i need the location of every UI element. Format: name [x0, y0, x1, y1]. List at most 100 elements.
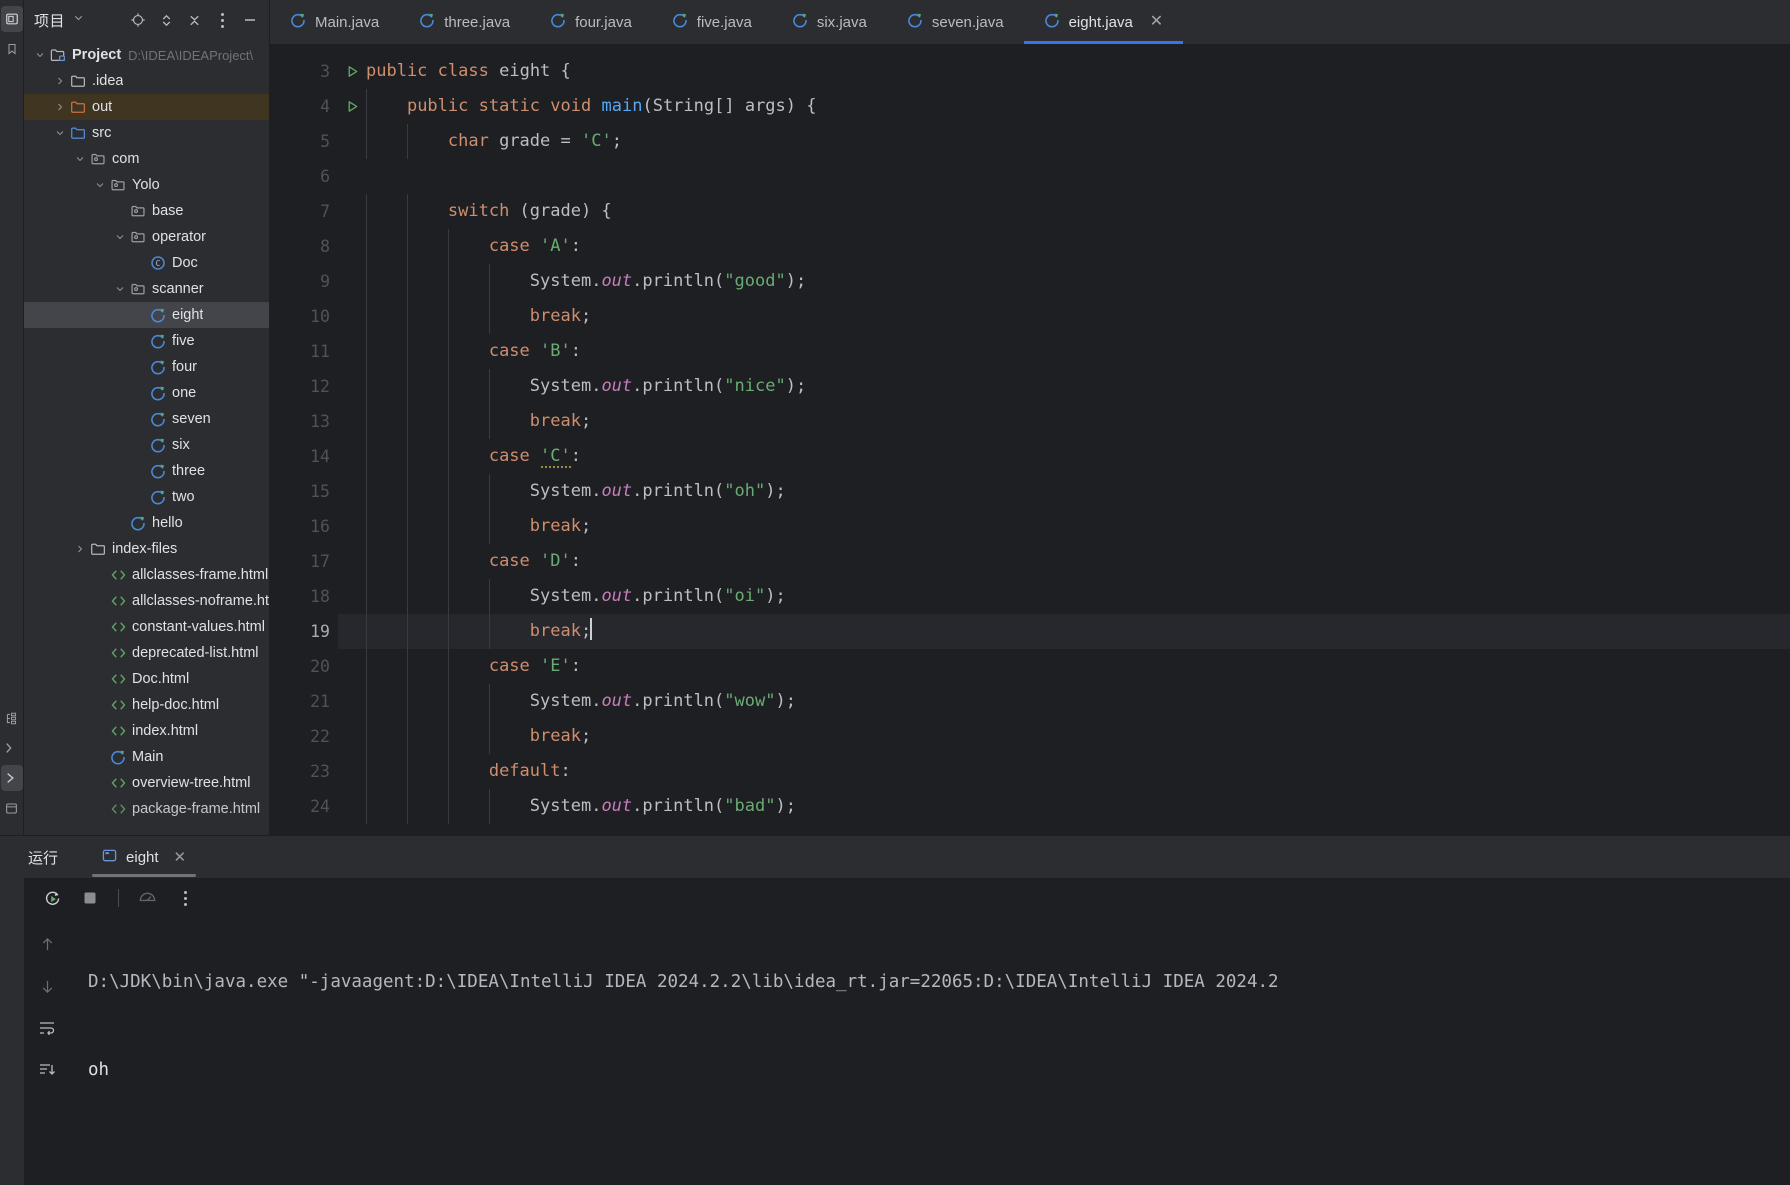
chevron-down-icon[interactable]	[92, 179, 108, 191]
close-icon[interactable]: ✕	[174, 848, 187, 866]
tree-item-help-doc-html[interactable]: help-doc.html	[24, 692, 269, 718]
tree-item-package-frame-html[interactable]: package-frame.html	[24, 796, 269, 822]
gutter-line-4[interactable]: 4	[270, 89, 358, 124]
chevron-right-icon[interactable]	[52, 75, 68, 87]
code-line-7[interactable]: switch (grade) {	[338, 194, 1790, 229]
tree-item-index-files[interactable]: index-files	[24, 536, 269, 562]
tree-item-scanner[interactable]: scanner	[24, 276, 269, 302]
chevron-down-icon[interactable]	[52, 127, 68, 139]
chevron-down-icon[interactable]	[72, 11, 85, 29]
gutter-line-12[interactable]: 12	[270, 369, 338, 404]
tree-item-allclasses-frame-html[interactable]: allclasses-frame.html	[24, 562, 269, 588]
code-line-17[interactable]: case 'D':	[338, 544, 1790, 579]
code-line-15[interactable]: System.out.println("oh");	[338, 474, 1790, 509]
gutter-line-15[interactable]: 15	[270, 474, 338, 509]
editor-tab-eight-java[interactable]: eight.java ✕	[1023, 0, 1184, 44]
code-line-11[interactable]: case 'B':	[338, 334, 1790, 369]
code-line-5[interactable]: char grade = 'C';	[338, 124, 1790, 159]
stop-icon[interactable]	[76, 884, 104, 912]
editor-tab-five-java[interactable]: five.java	[652, 0, 772, 44]
tree-item-constant-values-html[interactable]: constant-values.html	[24, 614, 269, 640]
editor-tab-seven-java[interactable]: seven.java	[887, 0, 1024, 44]
code-line-6[interactable]	[338, 159, 1790, 194]
chevron-down-icon[interactable]	[112, 231, 128, 243]
project-tool-window-icon[interactable]	[0, 6, 23, 32]
tree-item-deprecated-list-html[interactable]: deprecated-list.html	[24, 640, 269, 666]
run-tool-window-icon[interactable]	[0, 765, 23, 791]
code-line-22[interactable]: break;	[338, 719, 1790, 754]
project-file-tree[interactable]: Project D:\IDEA\IDEAProject\ .idea out src co…	[24, 40, 269, 835]
gutter-line-17[interactable]: 17	[270, 544, 338, 579]
tree-item-overview-tree-html[interactable]: overview-tree.html	[24, 770, 269, 796]
tree-item-hello[interactable]: hello	[24, 510, 269, 536]
tree-item-three[interactable]: three	[24, 458, 269, 484]
editor-tab-six-java[interactable]: six.java	[772, 0, 887, 44]
code-line-23[interactable]: default:	[338, 754, 1790, 789]
tree-item-yolo[interactable]: Yolo	[24, 172, 269, 198]
gutter-line-11[interactable]: 11	[270, 334, 338, 369]
gutter-line-22[interactable]: 22	[270, 719, 338, 754]
tree-item-base[interactable]: base	[24, 198, 269, 224]
tree-item-com[interactable]: com	[24, 146, 269, 172]
close-icon[interactable]: ✕	[1150, 14, 1163, 30]
select-opened-file-icon[interactable]	[125, 7, 151, 33]
console-output[interactable]: D:\JDK\bin\java.exe "-javaagent:D:\IDEA\…	[70, 918, 1790, 1185]
scroll-down-icon[interactable]	[33, 972, 61, 1000]
code-line-20[interactable]: case 'E':	[338, 649, 1790, 684]
code-line-9[interactable]: System.out.println("good");	[338, 264, 1790, 299]
gutter-line-23[interactable]: 23	[270, 754, 338, 789]
hide-icon[interactable]	[237, 7, 263, 33]
collapse-all-icon[interactable]	[181, 7, 207, 33]
gutter-line-13[interactable]: 13	[270, 404, 338, 439]
gutter-line-8[interactable]: 8	[270, 229, 338, 264]
chevron-down-icon[interactable]	[32, 49, 48, 61]
code-line-21[interactable]: System.out.println("wow");	[338, 684, 1790, 719]
tree-item-five[interactable]: five	[24, 328, 269, 354]
rerun-icon[interactable]	[38, 884, 66, 912]
tree-item-eight[interactable]: eight	[24, 302, 269, 328]
gutter-line-19[interactable]: 19	[270, 614, 338, 649]
tree-item-project[interactable]: Project D:\IDEA\IDEAProject\	[24, 42, 269, 68]
gutter-line-6[interactable]: 6	[270, 159, 338, 194]
tree-item--idea[interactable]: .idea	[24, 68, 269, 94]
editor-tab-three-java[interactable]: three.java	[399, 0, 530, 44]
code-viewport[interactable]: 3 4 5 6 7 8 9 10 11 12 13 14 15 16 17 18 19 20 21 22 23 24 pu…	[270, 44, 1790, 835]
tree-item-index-html[interactable]: index.html	[24, 718, 269, 744]
gutter-line-16[interactable]: 16	[270, 509, 338, 544]
tree-item-two[interactable]: two	[24, 484, 269, 510]
gutter-line-21[interactable]: 21	[270, 684, 338, 719]
soft-wrap-icon[interactable]	[33, 1014, 61, 1042]
tree-item-allclasses-noframe-html[interactable]: allclasses-noframe.html	[24, 588, 269, 614]
more-options-icon[interactable]	[209, 7, 235, 33]
gutter-line-9[interactable]: 9	[270, 264, 338, 299]
services-icon[interactable]	[1, 795, 23, 821]
editor-gutter[interactable]: 3 4 5 6 7 8 9 10 11 12 13 14 15 16 17 18 19 20 21 22 23 24	[270, 44, 358, 835]
more-options-icon[interactable]	[171, 884, 199, 912]
tree-item-out[interactable]: out	[24, 94, 269, 120]
tree-item-one[interactable]: one	[24, 380, 269, 406]
chevron-right-icon[interactable]	[52, 101, 68, 113]
editor-tab-main-java[interactable]: Main.java	[270, 0, 399, 44]
gutter-line-3[interactable]: 3	[270, 54, 358, 89]
gutter-line-5[interactable]: 5	[270, 124, 338, 159]
tree-item-six[interactable]: six	[24, 432, 269, 458]
code-line-18[interactable]: System.out.println("oi");	[338, 579, 1790, 614]
chevron-down-icon[interactable]	[112, 283, 128, 295]
gutter-line-7[interactable]: 7	[270, 194, 338, 229]
tree-item-main[interactable]: Main	[24, 744, 269, 770]
expand-collapse-icon[interactable]	[153, 7, 179, 33]
tree-item-operator[interactable]: operator	[24, 224, 269, 250]
code-line-8[interactable]: case 'A':	[338, 229, 1790, 264]
run-tab-eight[interactable]: eight ✕	[92, 836, 197, 878]
profiler-icon[interactable]	[133, 884, 161, 912]
tree-item-seven[interactable]: seven	[24, 406, 269, 432]
code-content[interactable]: public class eight { public static void …	[338, 44, 1790, 835]
chevron-down-icon[interactable]	[72, 153, 88, 165]
tree-item-doc[interactable]: C Doc	[24, 250, 269, 276]
chevron-right-icon[interactable]	[72, 543, 88, 555]
gutter-line-10[interactable]: 10	[270, 299, 338, 334]
scroll-up-icon[interactable]	[33, 930, 61, 958]
code-line-12[interactable]: System.out.println("nice");	[338, 369, 1790, 404]
terminal-icon[interactable]	[1, 735, 23, 761]
editor-tab-four-java[interactable]: four.java	[530, 0, 652, 44]
